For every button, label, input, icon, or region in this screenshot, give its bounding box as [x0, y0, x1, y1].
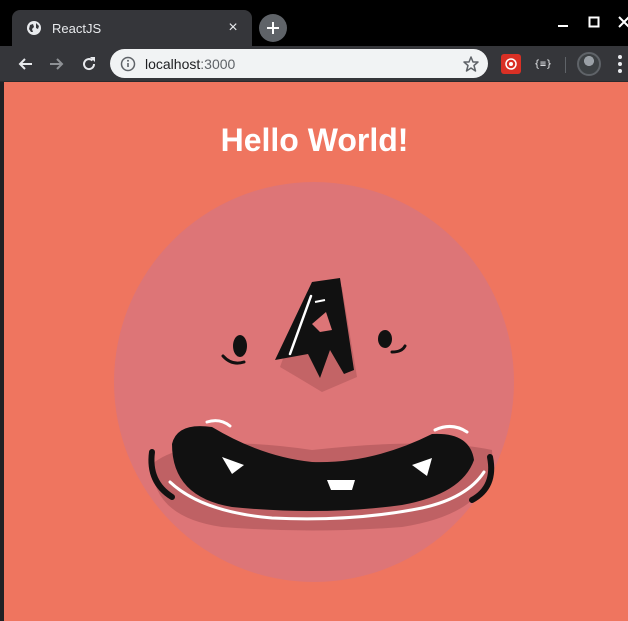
tab-reactjs[interactable]: ReactJS ×	[12, 10, 252, 46]
minimize-icon[interactable]	[553, 12, 573, 32]
right-eye	[378, 330, 392, 348]
profile-avatar[interactable]	[577, 52, 601, 76]
plus-icon[interactable]	[259, 14, 287, 42]
star-icon[interactable]	[462, 55, 480, 73]
monster-illustration	[114, 182, 514, 582]
close-window-icon[interactable]	[614, 12, 628, 32]
info-icon[interactable]	[120, 56, 136, 72]
page-title: Hello World!	[220, 122, 409, 158]
maximize-icon[interactable]	[584, 12, 604, 32]
url-port: :3000	[200, 55, 236, 72]
tooth-middle	[327, 480, 355, 490]
forward-icon[interactable]	[45, 52, 69, 76]
extension-icon[interactable]	[501, 54, 521, 74]
tab-title: ReactJS	[52, 20, 102, 36]
left-eye	[233, 335, 247, 357]
page-viewport: Hello World!	[4, 82, 628, 621]
globe-icon	[26, 20, 42, 36]
close-icon[interactable]: ×	[224, 19, 242, 37]
address-bar[interactable]: localhost:3000	[110, 49, 488, 78]
extension-json-icon[interactable]: {≡}	[532, 54, 554, 74]
url-host: localhost	[145, 55, 201, 72]
browser-toolbar: localhost:3000 {≡}	[0, 46, 628, 82]
url-text[interactable]: localhost:3000	[145, 56, 462, 72]
kebab-menu-icon[interactable]	[612, 54, 628, 74]
tab-strip: ReactJS ×	[0, 0, 628, 46]
toolbar-divider	[565, 57, 566, 73]
back-icon[interactable]	[13, 52, 37, 76]
reload-icon[interactable]	[77, 52, 101, 76]
